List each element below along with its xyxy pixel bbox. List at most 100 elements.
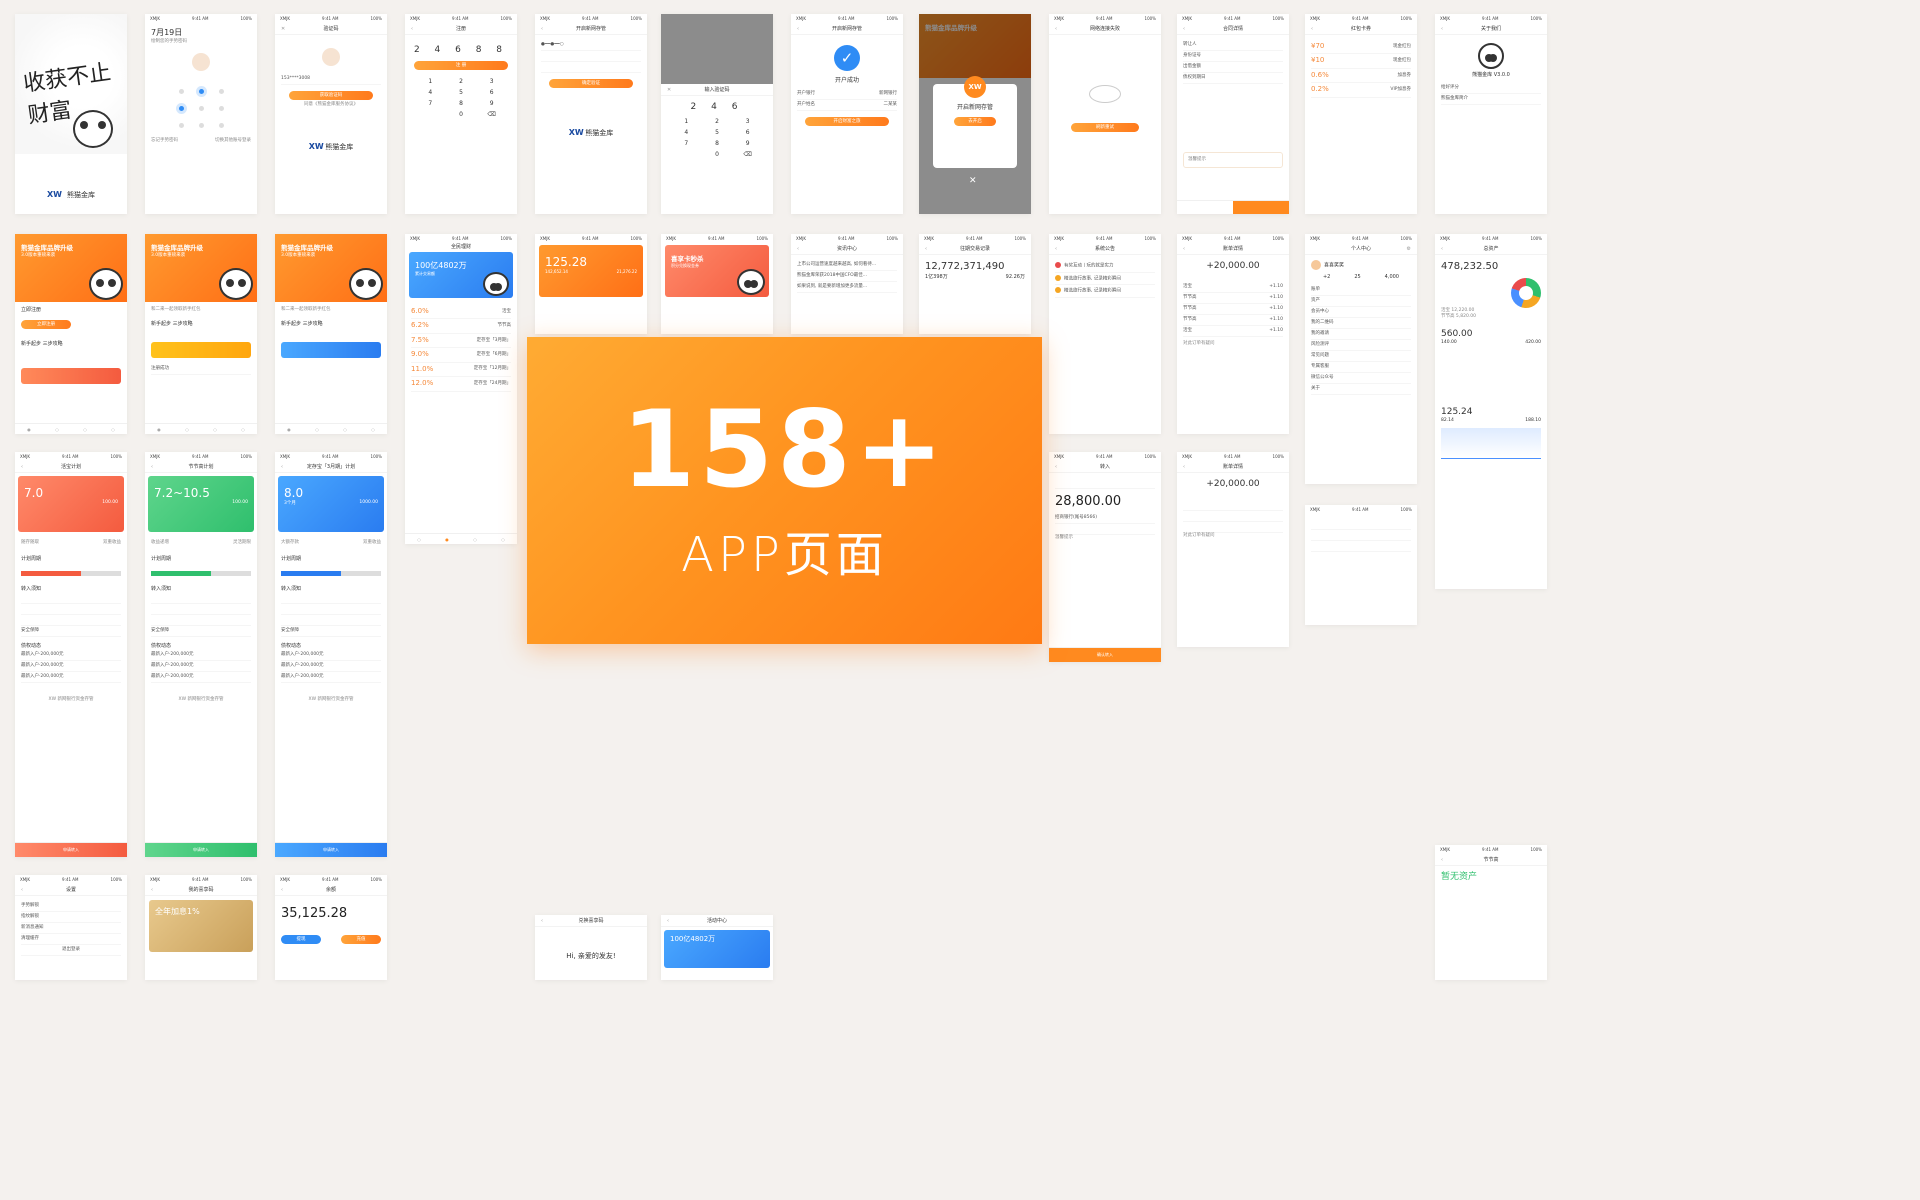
screen-plan-blue: XMJK 9:41 AM 100% ‹ 定存宝「3月期」计划 8.0 3个月 1000.0… <box>275 452 387 857</box>
register-button[interactable]: 注 册 <box>413 61 509 70</box>
avatar <box>192 52 210 71</box>
agreement-link[interactable]: 同意《熊猫金库服务协议》 <box>281 102 381 108</box>
step-card[interactable] <box>151 341 251 358</box>
screen-vip: XMJK 9:41 AM 100% ‹ 我的喜享码 全年加息1% <box>145 875 257 980</box>
settings-row[interactable]: 新消息通知 <box>21 923 121 935</box>
menu-row[interactable]: 微信公众号 <box>1311 373 1411 385</box>
menu-row[interactable]: 我的二维码 <box>1311 318 1411 329</box>
close-icon[interactable]: ✕ <box>969 176 977 186</box>
success-check-icon: ✓ <box>834 45 860 71</box>
code-input[interactable]: 2 4 6 8 8 <box>405 45 517 55</box>
numeric-keypad[interactable]: 1 2 3 4 5 6 7 8 9 0 ⌫ <box>661 112 773 164</box>
product-row[interactable]: 9.0% 定存宝「6月期」 <box>411 348 511 363</box>
gesture-date: 7月19日 <box>151 28 183 37</box>
verify-button[interactable]: 确定验证 <box>549 79 633 89</box>
screen-home-1: 熊猫金库品牌升级 3.0版本重磅来袭 立即注册 立即注册 新手起步 三步攻略 ● ○… <box>15 234 127 434</box>
menu-row[interactable]: 专属客服 <box>1311 362 1411 374</box>
phone-field[interactable]: 153****3008 <box>281 74 381 86</box>
screen-open-account: XMJK 9:41 AM 100% ‹ 开启新网存管 ●━━●━━○ 确定验证 XW … <box>535 14 647 214</box>
page-title: 账单详情 <box>1222 246 1243 252</box>
page-title: 网络连接失败 <box>1089 26 1120 32</box>
forgot-gesture-link[interactable]: 忘记手势密码 <box>151 138 178 144</box>
page-title: 验证码 <box>323 26 339 32</box>
menu-row[interactable]: 我的邀请 <box>1311 329 1411 341</box>
withdraw-button[interactable]: 提现 <box>281 934 321 944</box>
recharge-button[interactable]: 充值 <box>341 934 381 944</box>
page-title: 我的喜享码 <box>188 887 214 893</box>
start-button[interactable]: 开启财富之旅 <box>805 117 889 127</box>
settings-row[interactable]: 指纹解锁 <box>21 912 121 924</box>
rate-app-row[interactable]: 给好评分 <box>1441 83 1541 95</box>
gesture-hint: 绘制您的手势密码 <box>151 38 187 44</box>
notice-item[interactable]: 精选旅行故事, 记录精彩瞬间 <box>1055 273 1155 286</box>
product-row[interactable]: 11.0% 定存宝「12月期」 <box>411 363 511 378</box>
register-now-button[interactable]: 立即注册 <box>21 319 71 329</box>
page-title: 关于我们 <box>1480 26 1501 32</box>
retry-button[interactable]: 刷新重试 <box>1071 123 1139 132</box>
screen-mine: XMJK 9:41 AM 100% 125.28 142,652.14 21,276.2… <box>535 234 647 334</box>
menu-row[interactable]: 账单 <box>1311 285 1411 296</box>
modal-open-button[interactable]: 去开启 <box>954 117 996 126</box>
back-icon[interactable]: ‹ <box>411 26 421 32</box>
bank-selector[interactable]: 招商银行(尾号8566) <box>1055 513 1155 524</box>
product-row[interactable]: 6.0% 活宝 <box>411 305 511 320</box>
apply-button[interactable]: 申请转入 <box>275 843 387 857</box>
coupon-item[interactable]: ¥10 现金红包 <box>1311 54 1411 69</box>
amount-input[interactable]: 28,800.00 <box>1055 493 1155 511</box>
intro-row[interactable]: 熊猫金库简介 <box>1441 94 1541 106</box>
switch-account-link[interactable]: 切换其他账号登录 <box>215 138 251 144</box>
menu-row[interactable]: 资产 <box>1311 296 1411 307</box>
apply-button[interactable]: 申请转入 <box>145 843 257 857</box>
news-item[interactable]: 熊猫金库荣获2018中国CFO最佳... <box>797 271 897 283</box>
assets-donut <box>1511 277 1541 308</box>
vip-card[interactable]: 全年加息1% <box>149 900 253 952</box>
page-title: 总资产 <box>1483 246 1499 252</box>
notice-item[interactable]: 精选旅行故事, 记录精彩瞬间 <box>1055 285 1155 298</box>
coupon-item[interactable]: 0.6% 加息券 <box>1311 69 1411 84</box>
menu-row[interactable]: 会员中心 <box>1311 307 1411 318</box>
settings-row[interactable]: 清理缓存 <box>21 934 121 946</box>
menu-row[interactable]: 常见问题 <box>1311 351 1411 363</box>
gesture-pattern[interactable] <box>151 79 251 138</box>
notice-item[interactable]: 有奖互动丨玩的就是实力 <box>1055 260 1155 273</box>
plan-rate: 7.0 <box>24 486 44 500</box>
battery: 100% <box>240 16 252 21</box>
screen-plan-green: XMJK 9:41 AM 100% ‹ 节节高计划 7.2~10.5 100.00 收益… <box>145 452 257 857</box>
hero-title: 喜享卡秒杀 <box>671 255 704 263</box>
confirm-button[interactable]: 确认转入 <box>1049 648 1161 662</box>
news-item[interactable]: 如果说到, 就是要新增加更多流量... <box>797 282 897 294</box>
menu-row[interactable]: 关于 <box>1311 384 1411 396</box>
page-count: 158+ <box>621 388 948 511</box>
code-input[interactable]: 2 4 6 <box>661 102 773 112</box>
coupon-item[interactable]: 0.2% VIP加息券 <box>1311 83 1411 98</box>
bill-help-link[interactable]: 对此订单有疑问 <box>1183 341 1283 347</box>
close-icon[interactable]: ✕ <box>281 26 291 32</box>
screen-plan-red: XMJK 9:41 AM 100% ‹ 活宝计划 7.0 100.00 随存随取 双重收益… <box>15 452 127 857</box>
settings-row[interactable]: 手势解锁 <box>21 901 121 913</box>
gear-icon[interactable]: ⚙ <box>1401 246 1411 252</box>
apply-button[interactable]: 申请转入 <box>15 843 127 857</box>
coupon-item[interactable]: ¥70 现金红包 <box>1311 40 1411 55</box>
tab-bar[interactable]: ● ○ ○ ○ <box>15 423 127 434</box>
screen-records: XMJK 9:41 AM 100% ‹ 往期交易记录 12,772,371,490 1… <box>919 234 1031 334</box>
menu-row[interactable]: 风险测评 <box>1311 340 1411 352</box>
screen-withdraw-record: XMJK 9:41 AM 100% <box>1305 505 1417 625</box>
screen-settings: XMJK 9:41 AM 100% ‹ 设置 手势解锁 指纹解锁 新消息通知 清理缓存… <box>15 875 127 980</box>
product-row[interactable]: 6.2% 节节高 <box>411 319 511 334</box>
total-assets: 125.28 <box>545 255 587 269</box>
logout-button[interactable]: 退出登录 <box>21 945 121 957</box>
page-title: 资讯中心 <box>836 246 857 252</box>
product-row[interactable]: 7.5% 定存宝「3月期」 <box>411 334 511 349</box>
screen-assets: XMJK 9:41 AM 100% ‹ 总资产 478,232.50 活宝 12,22… <box>1435 234 1547 589</box>
screen-bill-2: XMJK 9:41 AM 100% ‹ 账单详情 +20,000.00 对此订单有疑问 <box>1177 452 1289 647</box>
greeting: Hi, 亲爱的发友! <box>566 952 616 960</box>
brand-logo: 熊猫金库 <box>325 143 354 152</box>
product-row[interactable]: 12.0% 定存宝「24月期」 <box>411 377 511 392</box>
news-item[interactable]: 上市公司运营速度越来越高, 如何看待... <box>797 260 897 272</box>
numeric-keypad[interactable]: 123 456 789 0 ⌫ <box>405 72 517 124</box>
get-code-button[interactable]: 获取验证码 <box>289 91 373 101</box>
notice-bar[interactable]: 和二来一起领取新手红包 <box>151 307 251 313</box>
step-card[interactable] <box>281 341 381 358</box>
promo-card[interactable] <box>21 367 121 384</box>
earnings-line-chart <box>1441 428 1541 460</box>
